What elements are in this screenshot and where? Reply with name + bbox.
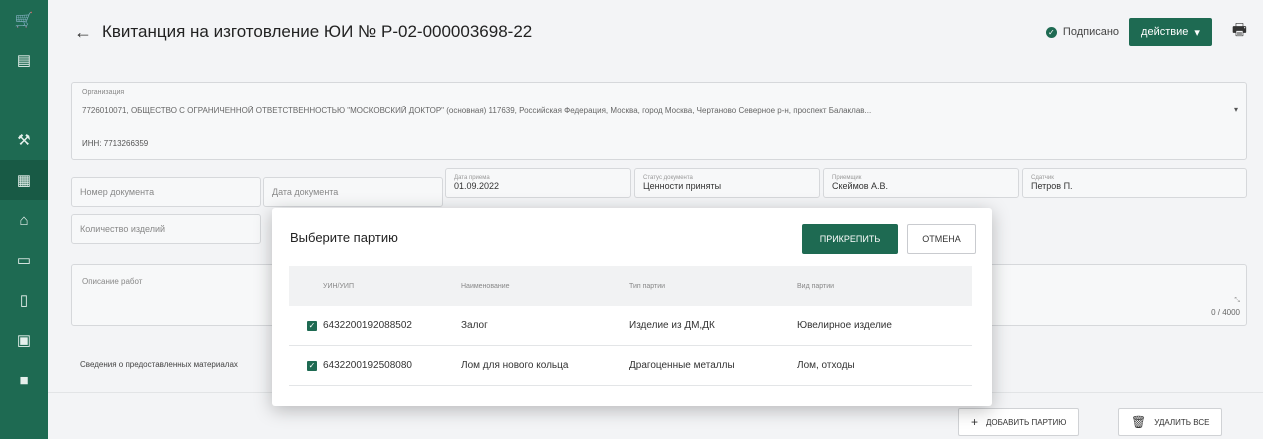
row-kind: Ювелирное изделие — [797, 320, 892, 331]
table-row[interactable]: ✓ 6432200192508080 Лом для нового кольца… — [289, 346, 972, 386]
table-header: УИН/УИП Наименование Тип партии Вид парт… — [289, 266, 972, 306]
table-row[interactable]: ✓ 6432200192088502 Залог Изделие из ДМ,Д… — [289, 306, 972, 346]
row-checkbox[interactable]: ✓ — [307, 320, 317, 331]
row-uin: 6432200192508080 — [323, 360, 412, 371]
row-type: Драгоценные металлы — [629, 360, 735, 371]
row-kind: Лом, отходы — [797, 360, 855, 371]
column-header-type[interactable]: Тип партии — [629, 283, 797, 290]
row-checkbox[interactable]: ✓ — [307, 360, 317, 371]
dialog-title: Выберите партию — [290, 230, 398, 245]
attach-button[interactable]: прикрепить — [802, 224, 898, 254]
cancel-button[interactable]: отмена — [907, 224, 976, 254]
row-uin: 6432200192088502 — [323, 320, 412, 331]
batch-table: УИН/УИП Наименование Тип партии Вид парт… — [289, 266, 972, 386]
column-header-name[interactable]: Наименование — [461, 283, 629, 290]
row-type: Изделие из ДМ,ДК — [629, 320, 715, 331]
row-name: Лом для нового кольца — [461, 360, 569, 371]
select-batch-dialog: Выберите партию прикрепить отмена УИН/УИ… — [272, 208, 992, 406]
column-header-kind[interactable]: Вид партии — [797, 283, 972, 290]
column-header-uin[interactable]: УИН/УИП — [323, 283, 461, 290]
row-name: Залог — [461, 320, 488, 331]
